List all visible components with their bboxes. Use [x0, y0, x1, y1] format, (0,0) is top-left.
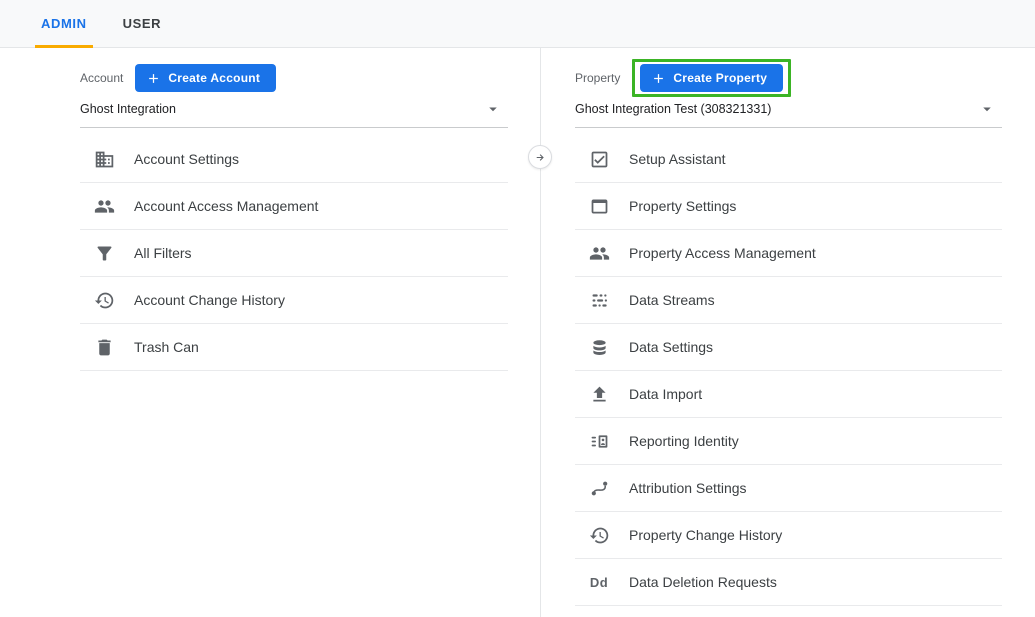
property-panel-label: Property	[575, 71, 620, 85]
admin-user-tabbar: ADMIN USER	[0, 0, 1035, 48]
account-selector[interactable]: Ghost Integration	[80, 100, 508, 128]
create-account-button[interactable]: Create Account	[135, 64, 276, 92]
property-panel-header: Property Create Property	[575, 62, 1002, 94]
window-icon	[588, 195, 610, 217]
database-icon	[588, 336, 610, 358]
menu-item-account-access-management[interactable]: Account Access Management	[80, 183, 508, 230]
menu-item-data-streams[interactable]: Data Streams	[575, 277, 1002, 324]
account-panel-label: Account	[80, 71, 123, 85]
account-panel: Account Create Account Ghost Integration…	[80, 62, 508, 371]
dropdown-caret-icon	[484, 100, 502, 118]
menu-item-data-settings[interactable]: Data Settings	[575, 324, 1002, 371]
account-selector-value: Ghost Integration	[80, 102, 176, 116]
menu-item-data-import[interactable]: Data Import	[575, 371, 1002, 418]
menu-item-label: Data Deletion Requests	[629, 574, 777, 590]
tab-user-label: USER	[123, 16, 162, 31]
column-divider	[540, 48, 541, 617]
people-icon	[93, 195, 115, 217]
arrow-right-icon	[534, 151, 547, 164]
ga-admin-screen: ADMIN USER Account Create Account Ghost …	[0, 0, 1035, 617]
menu-item-attribution-settings[interactable]: Attribution Settings	[575, 465, 1002, 512]
property-panel: Property Create Property Ghost Integrati…	[575, 62, 1002, 606]
menu-item-property-change-history[interactable]: Property Change History	[575, 512, 1002, 559]
menu-item-label: Account Change History	[134, 292, 285, 308]
checkbox-check-icon	[588, 148, 610, 170]
collapse-column-button[interactable]	[528, 145, 552, 169]
menu-item-label: Data Streams	[629, 292, 715, 308]
property-menu: Setup Assistant Property Settings Proper…	[575, 136, 1002, 606]
identity-badge-icon	[588, 430, 610, 452]
menu-item-label: Data Settings	[629, 339, 713, 355]
filter-icon	[93, 242, 115, 264]
menu-item-property-access-management[interactable]: Property Access Management	[575, 230, 1002, 277]
account-menu: Account Settings Account Access Manageme…	[80, 136, 508, 371]
dropdown-caret-icon	[978, 100, 996, 118]
menu-item-account-settings[interactable]: Account Settings	[80, 136, 508, 183]
menu-item-label: Property Access Management	[629, 245, 816, 261]
menu-item-account-change-history[interactable]: Account Change History	[80, 277, 508, 324]
menu-item-label: Trash Can	[134, 339, 199, 355]
menu-item-label: Account Settings	[134, 151, 239, 167]
dd-text-icon: Dd	[588, 571, 610, 593]
menu-item-label: All Filters	[134, 245, 192, 261]
create-property-button[interactable]: Create Property	[640, 64, 783, 92]
green-annotation-box: Create Property	[632, 59, 791, 97]
history-icon	[93, 289, 115, 311]
menu-item-label: Setup Assistant	[629, 151, 726, 167]
menu-item-label: Property Change History	[629, 527, 782, 543]
menu-item-label: Account Access Management	[134, 198, 318, 214]
menu-item-property-settings[interactable]: Property Settings	[575, 183, 1002, 230]
tab-admin-label: ADMIN	[41, 16, 87, 31]
plus-icon	[146, 71, 161, 86]
menu-item-data-deletion-requests[interactable]: Dd Data Deletion Requests	[575, 559, 1002, 606]
menu-item-label: Attribution Settings	[629, 480, 747, 496]
menu-item-all-filters[interactable]: All Filters	[80, 230, 508, 277]
menu-item-setup-assistant[interactable]: Setup Assistant	[575, 136, 1002, 183]
menu-item-label: Property Settings	[629, 198, 736, 214]
create-property-button-label: Create Property	[673, 71, 767, 85]
property-selector-value: Ghost Integration Test (308321331)	[575, 102, 771, 116]
property-selector[interactable]: Ghost Integration Test (308321331)	[575, 100, 1002, 128]
tab-admin[interactable]: ADMIN	[23, 0, 105, 47]
menu-item-label: Data Import	[629, 386, 702, 402]
people-icon	[588, 242, 610, 264]
history-icon	[588, 524, 610, 546]
account-panel-header: Account Create Account	[80, 62, 508, 94]
trash-icon	[93, 336, 115, 358]
menu-item-label: Reporting Identity	[629, 433, 739, 449]
building-icon	[93, 148, 115, 170]
tab-user[interactable]: USER	[105, 0, 180, 47]
plus-icon	[651, 71, 666, 86]
menu-item-reporting-identity[interactable]: Reporting Identity	[575, 418, 1002, 465]
menu-item-trash-can[interactable]: Trash Can	[80, 324, 508, 371]
create-account-button-label: Create Account	[168, 71, 260, 85]
upload-icon	[588, 383, 610, 405]
attribution-path-icon	[588, 477, 610, 499]
data-streams-icon	[588, 289, 610, 311]
